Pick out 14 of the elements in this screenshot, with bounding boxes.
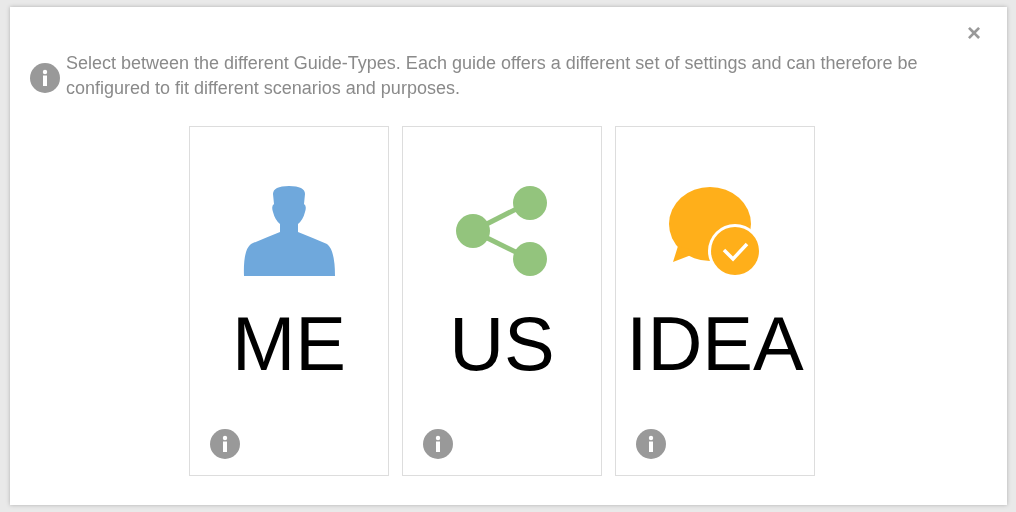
guide-card[interactable]: US	[402, 126, 602, 476]
info-icon[interactable]	[210, 429, 240, 459]
intro-text: Select between the different Guide-Types. Each guide offers a different set of settings and can therefore be configured to fit different scenarios and purposes.	[66, 52, 919, 100]
guide-label: IDEA	[626, 304, 804, 384]
guide-label: ME	[232, 304, 346, 384]
info-icon[interactable]	[30, 63, 60, 93]
info-icon[interactable]	[423, 429, 453, 459]
guide-card[interactable]: ME	[189, 126, 389, 476]
speech-bubble-check-icon	[669, 186, 761, 278]
guide-label: US	[449, 304, 555, 384]
share-icon	[456, 186, 548, 278]
info-icon[interactable]	[636, 429, 666, 459]
person-icon	[243, 186, 335, 278]
guide-card[interactable]: IDEA	[615, 126, 815, 476]
